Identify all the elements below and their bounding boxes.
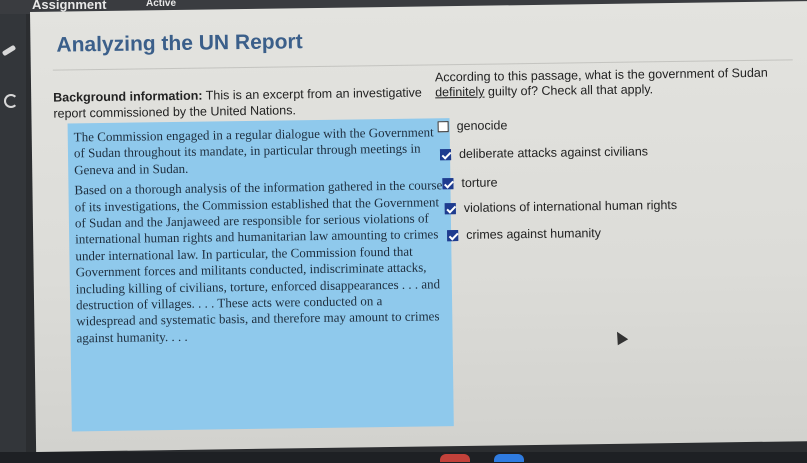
bottom-dock	[0, 452, 807, 463]
question-prompt: According to this passage, what is the g…	[435, 65, 785, 100]
checkbox[interactable]	[437, 121, 449, 133]
assignment-page: Analyzing the UN Report Background infor…	[30, 0, 807, 452]
question-text-end: guilty of? Check all that apply.	[484, 82, 654, 99]
option-label: genocide	[456, 118, 508, 134]
dock-app-icon[interactable]	[494, 454, 524, 462]
background-label: Background information:	[53, 88, 203, 105]
question-emphasis: definitely	[435, 84, 485, 100]
option-label: deliberate attacks against civilians	[458, 144, 649, 162]
left-toolbar	[0, 14, 26, 463]
passage-paragraph: Based on a thorough analysis of the info…	[74, 177, 443, 346]
report-excerpt: The Commission engaged in a regular dial…	[67, 118, 454, 432]
checkbox[interactable]	[447, 230, 459, 242]
option-label: torture	[461, 175, 498, 190]
background-info: Background information: This is an excer…	[53, 84, 433, 121]
status-badge: Active	[146, 0, 177, 9]
checkbox[interactable]	[442, 178, 454, 190]
reload-icon[interactable]	[4, 94, 18, 108]
option-label: violations of international human rights	[463, 197, 678, 215]
passage-paragraph: The Commission engaged in a regular dial…	[73, 124, 434, 178]
option-label: crimes against humanity	[466, 226, 602, 242]
checkbox[interactable]	[439, 149, 452, 161]
screen: Assignment Active Analyzing the UN Repor…	[0, 0, 807, 463]
dock-app-icon[interactable]	[440, 454, 470, 462]
page-title: Analyzing the UN Report	[56, 30, 303, 57]
checkbox[interactable]	[444, 203, 456, 215]
pen-icon[interactable]	[1, 44, 17, 57]
question-text-start: According to this passage, what is the g…	[434, 65, 768, 85]
